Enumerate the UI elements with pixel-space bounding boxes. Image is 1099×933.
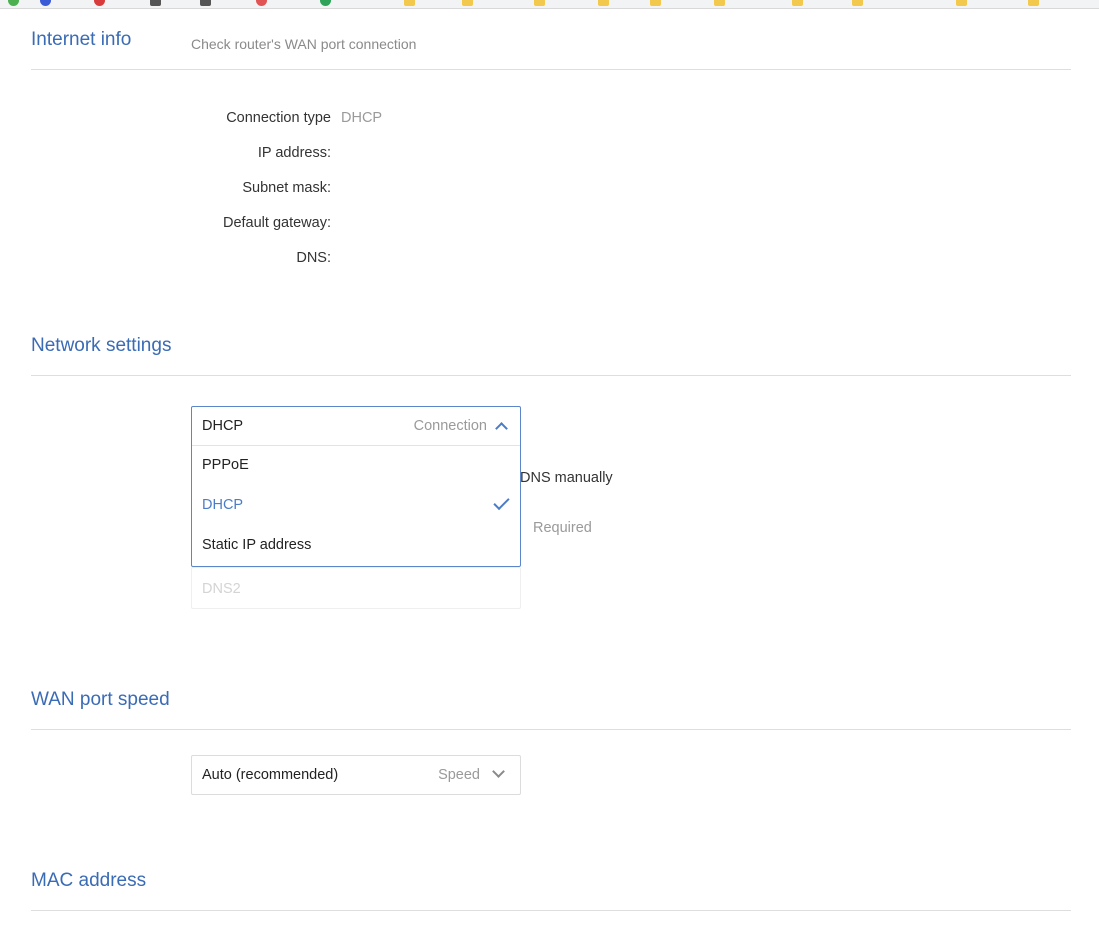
option-label: Static IP address xyxy=(202,537,312,553)
folder-icon[interactable] xyxy=(792,0,803,6)
folder-icon[interactable] xyxy=(852,0,863,6)
wan-speed-select[interactable]: Auto (recommended) Speed xyxy=(191,755,521,795)
connection-option-dhcp[interactable]: DHCP xyxy=(192,486,520,526)
folder-icon[interactable] xyxy=(714,0,725,6)
bookmark-icon[interactable] xyxy=(256,0,267,6)
connection-type-value: DHCP xyxy=(341,110,383,126)
internet-info-description: Check router's WAN port connection xyxy=(191,36,417,52)
mac-address-title: MAC address xyxy=(31,870,147,891)
folder-icon[interactable] xyxy=(1028,0,1039,6)
default-gateway-label: Default gateway: xyxy=(222,215,331,231)
folder-icon[interactable] xyxy=(534,0,545,6)
divider xyxy=(31,375,1071,376)
bookmark-icon[interactable] xyxy=(150,0,161,6)
connection-type-select[interactable]: DHCP Connection xyxy=(192,407,520,446)
divider xyxy=(31,729,1071,730)
dns1-required-hint: Required xyxy=(533,520,592,536)
wan-port-speed-title: WAN port speed xyxy=(31,689,170,710)
speed-placeholder: Speed xyxy=(438,767,480,783)
dns2-input[interactable]: DNS2 xyxy=(191,567,521,609)
folder-icon[interactable] xyxy=(598,0,609,6)
chevron-down-icon xyxy=(492,765,505,778)
network-settings-title: Network settings xyxy=(31,335,172,356)
option-label: DHCP xyxy=(202,497,244,513)
internet-info-title: Internet info xyxy=(31,29,132,50)
connection-placeholder: Connection xyxy=(413,418,487,434)
folder-icon[interactable] xyxy=(404,0,415,6)
dns-label: DNS: xyxy=(296,250,331,266)
divider xyxy=(31,910,1071,911)
connection-type-dropdown[interactable]: DHCP Connection PPPoE DHCP Static IP add… xyxy=(191,406,521,567)
bookmark-icon[interactable] xyxy=(8,0,19,6)
subnet-mask-label: Subnet mask: xyxy=(242,180,331,196)
folder-icon[interactable] xyxy=(650,0,661,6)
connection-type-selected-value: DHCP xyxy=(202,418,244,434)
connection-option-static-ip[interactable]: Static IP address xyxy=(192,526,520,566)
dns-manual-toggle-label[interactable]: DNS manually xyxy=(520,470,613,486)
divider xyxy=(31,69,1071,70)
checkmark-icon xyxy=(493,493,510,511)
bookmark-icon[interactable] xyxy=(320,0,331,6)
browser-bookmarks-bar xyxy=(0,0,1099,9)
chevron-up-icon xyxy=(495,422,508,435)
bookmark-icon[interactable] xyxy=(40,0,51,6)
ip-address-label: IP address: xyxy=(257,145,331,161)
dns2-placeholder: DNS2 xyxy=(202,581,241,597)
connection-type-label: Connection type xyxy=(226,110,331,126)
wan-speed-value: Auto (recommended) xyxy=(202,767,339,783)
bookmark-icon[interactable] xyxy=(94,0,105,6)
connection-option-pppoe[interactable]: PPPoE xyxy=(192,446,520,486)
folder-icon[interactable] xyxy=(956,0,967,6)
bookmark-icon[interactable] xyxy=(200,0,211,6)
folder-icon[interactable] xyxy=(462,0,473,6)
option-label: PPPoE xyxy=(202,457,249,473)
